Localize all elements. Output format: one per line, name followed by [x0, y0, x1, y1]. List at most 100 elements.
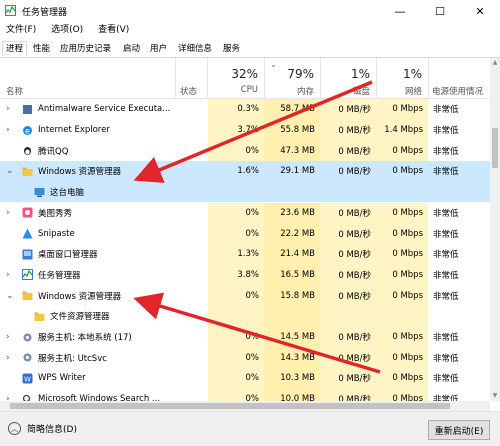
column-memory[interactable]: 79% 内存	[264, 58, 320, 98]
process-row[interactable]: ⌄ Windows 资源管理器 0% 15.8 MB 0 MB/秒 0 Mbps 非常低	[0, 285, 490, 306]
cpu-value: 1.3%	[208, 243, 264, 265]
ie-icon: e	[23, 125, 32, 135]
menu-view[interactable]: 查看(V)	[98, 22, 129, 38]
disk-value: 0 MB/秒	[320, 99, 376, 120]
meitu-icon	[22, 207, 33, 218]
column-network[interactable]: 1% 网络	[376, 58, 428, 98]
power-value: 非常低	[433, 126, 459, 137]
process-name: 任务管理器	[38, 270, 81, 281]
restart-button[interactable]: 重新启动(E)	[428, 420, 490, 440]
disk-value: 0 MB/秒	[320, 347, 376, 369]
maximize-button[interactable]: ☐	[420, 0, 460, 22]
expand-chevron-icon[interactable]: ⌄	[6, 285, 14, 306]
process-row[interactable]: › Antimalware Service Executa... 0.3% 58.7 …	[0, 99, 490, 120]
minimize-button[interactable]: —	[380, 0, 420, 22]
power-value	[428, 182, 490, 203]
network-value: 0 Mbps	[376, 347, 428, 369]
vertical-scrollbar[interactable]: ▲ ▼	[490, 58, 500, 401]
expand-chevron-icon[interactable]: ›	[6, 203, 10, 224]
memory-value: 22.2 MB	[264, 223, 320, 244]
cpu-value: 1.6%	[237, 166, 259, 177]
process-row[interactable]: › 服务主机: UtcSvc 0% 14.3 MB 0 MB/秒 0 Mbps 非常低	[0, 347, 490, 369]
process-name: WPS Writer	[38, 373, 86, 384]
expand-chevron-icon[interactable]: ›	[6, 265, 10, 286]
column-cpu[interactable]: 32% CPU	[208, 58, 264, 98]
child-process-row[interactable]: 这台电脑	[0, 181, 490, 203]
process-row[interactable]: › 美图秀秀 0% 23.6 MB 0 MB/秒 0 Mbps 非常低	[0, 202, 490, 224]
process-row[interactable]: › 服务主机: 本地系统 (17) 0% 14.5 MB 0 MB/秒 0 Mbps 非常低	[0, 326, 490, 348]
memory-label: 内存	[296, 87, 314, 97]
computer-icon	[34, 187, 45, 197]
column-status[interactable]: 状态	[180, 85, 197, 97]
disk-total: 1%	[350, 67, 370, 81]
cpu-value	[208, 182, 264, 203]
process-row[interactable]: › Microsoft Windows Search ... 0% 10.0 MB 0 …	[0, 388, 490, 401]
memory-value: 55.8 MB	[264, 119, 320, 141]
tab-services[interactable]: 服务	[220, 42, 243, 56]
expand-chevron-icon[interactable]: ›	[6, 389, 10, 401]
menu-bar: 文件(F) 选项(O) 查看(V)	[0, 22, 500, 38]
process-name: 腾讯QQ	[38, 146, 69, 157]
network-value: 0 Mbps	[376, 202, 428, 224]
tab-startup[interactable]: 启动	[120, 42, 143, 56]
cpu-value: 3.7%	[208, 119, 264, 141]
process-row[interactable]: 桌面窗口管理器 1.3% 21.4 MB 0 MB/秒 0 Mbps 非常低	[0, 243, 490, 265]
network-value: 0 Mbps	[376, 264, 428, 286]
process-row[interactable]: Snipaste 0% 22.2 MB 0 MB/秒 0 Mbps 非常低	[0, 223, 490, 244]
process-name: Windows 资源管理器	[38, 167, 122, 178]
qq-icon	[24, 147, 31, 156]
cpu-value: 3.8%	[208, 264, 264, 286]
memory-value: 23.6 MB	[264, 202, 320, 224]
expand-chevron-icon[interactable]: ›	[6, 99, 10, 120]
menu-file[interactable]: 文件(F)	[6, 22, 36, 38]
process-name: Internet Explorer	[38, 125, 110, 136]
memory-value: 14.5 MB	[264, 326, 320, 348]
disk-value: 0 MB/秒	[320, 243, 376, 265]
power-value: 非常低	[433, 374, 459, 385]
memory-value: 14.3 MB	[264, 347, 320, 369]
power-value: 非常低	[433, 291, 459, 302]
expand-chevron-icon[interactable]: ›	[6, 347, 10, 368]
footer: ︿ 简略信息(D) 重新启动(E)	[0, 411, 500, 446]
horizontal-scrollbar[interactable]	[0, 401, 490, 411]
network-value	[376, 306, 428, 327]
process-row[interactable]: W WPS Writer 0% 10.3 MB 0 MB/秒 0 Mbps 非常低	[0, 368, 490, 389]
tab-processes[interactable]: 进程	[2, 41, 28, 57]
column-power[interactable]: 电源使用情况	[432, 85, 483, 97]
network-value: 0 Mbps	[392, 166, 423, 177]
fewer-details-link[interactable]: ︿ 简略信息(D)	[8, 422, 77, 435]
tab-users[interactable]: 用户	[147, 42, 170, 56]
tab-performance[interactable]: 性能	[30, 42, 53, 56]
folder-icon	[22, 167, 33, 176]
expand-chevron-icon[interactable]: ›	[6, 120, 10, 141]
snipaste-icon	[22, 228, 33, 239]
process-name: 文件资源管理器	[50, 312, 110, 323]
power-value: 非常低	[433, 208, 459, 219]
process-row[interactable]: 腾讯QQ 0% 47.3 MB 0 MB/秒 0 Mbps 非常低	[0, 140, 490, 162]
svg-text:e: e	[25, 126, 30, 135]
child-process-row[interactable]: 文件资源管理器	[0, 306, 490, 327]
close-button[interactable]: ✕	[460, 0, 500, 22]
process-list: › Antimalware Service Executa... 0.3% 58.7 …	[0, 99, 490, 401]
power-value: 非常低	[433, 105, 459, 116]
folder-icon	[34, 312, 45, 321]
process-row[interactable]: › 任务管理器 3.8% 16.5 MB 0 MB/秒 0 Mbps 非常低	[0, 264, 490, 286]
menu-options[interactable]: 选项(O)	[51, 22, 83, 38]
cpu-value: 0.3%	[208, 99, 264, 120]
memory-value	[264, 182, 320, 203]
power-value: 非常低	[433, 167, 459, 178]
tab-app-history[interactable]: 应用历史记录	[57, 42, 114, 56]
tab-details[interactable]: 详细信息	[175, 42, 215, 56]
network-value: 0 Mbps	[376, 326, 428, 348]
power-value: 非常低	[433, 146, 459, 157]
column-name[interactable]: 名称	[6, 85, 23, 97]
expand-chevron-icon[interactable]: ›	[6, 327, 10, 348]
gear-icon	[23, 353, 32, 362]
process-name: 服务主机: 本地系统 (17)	[38, 333, 132, 344]
process-row[interactable]: ⌄ Windows 资源管理器 1.6% 29.1 MB 0 MB/秒 0 Mbps 非常低	[0, 161, 490, 182]
network-value: 0 Mbps	[376, 368, 428, 389]
process-row[interactable]: › e Internet Explorer 3.7% 55.8 MB 0 MB/秒 1.4 …	[0, 119, 490, 141]
expand-chevron-icon[interactable]: ⌄	[6, 161, 14, 182]
disk-value: 0 MB/秒	[320, 388, 376, 401]
column-disk[interactable]: 1% 磁盘	[320, 58, 376, 98]
